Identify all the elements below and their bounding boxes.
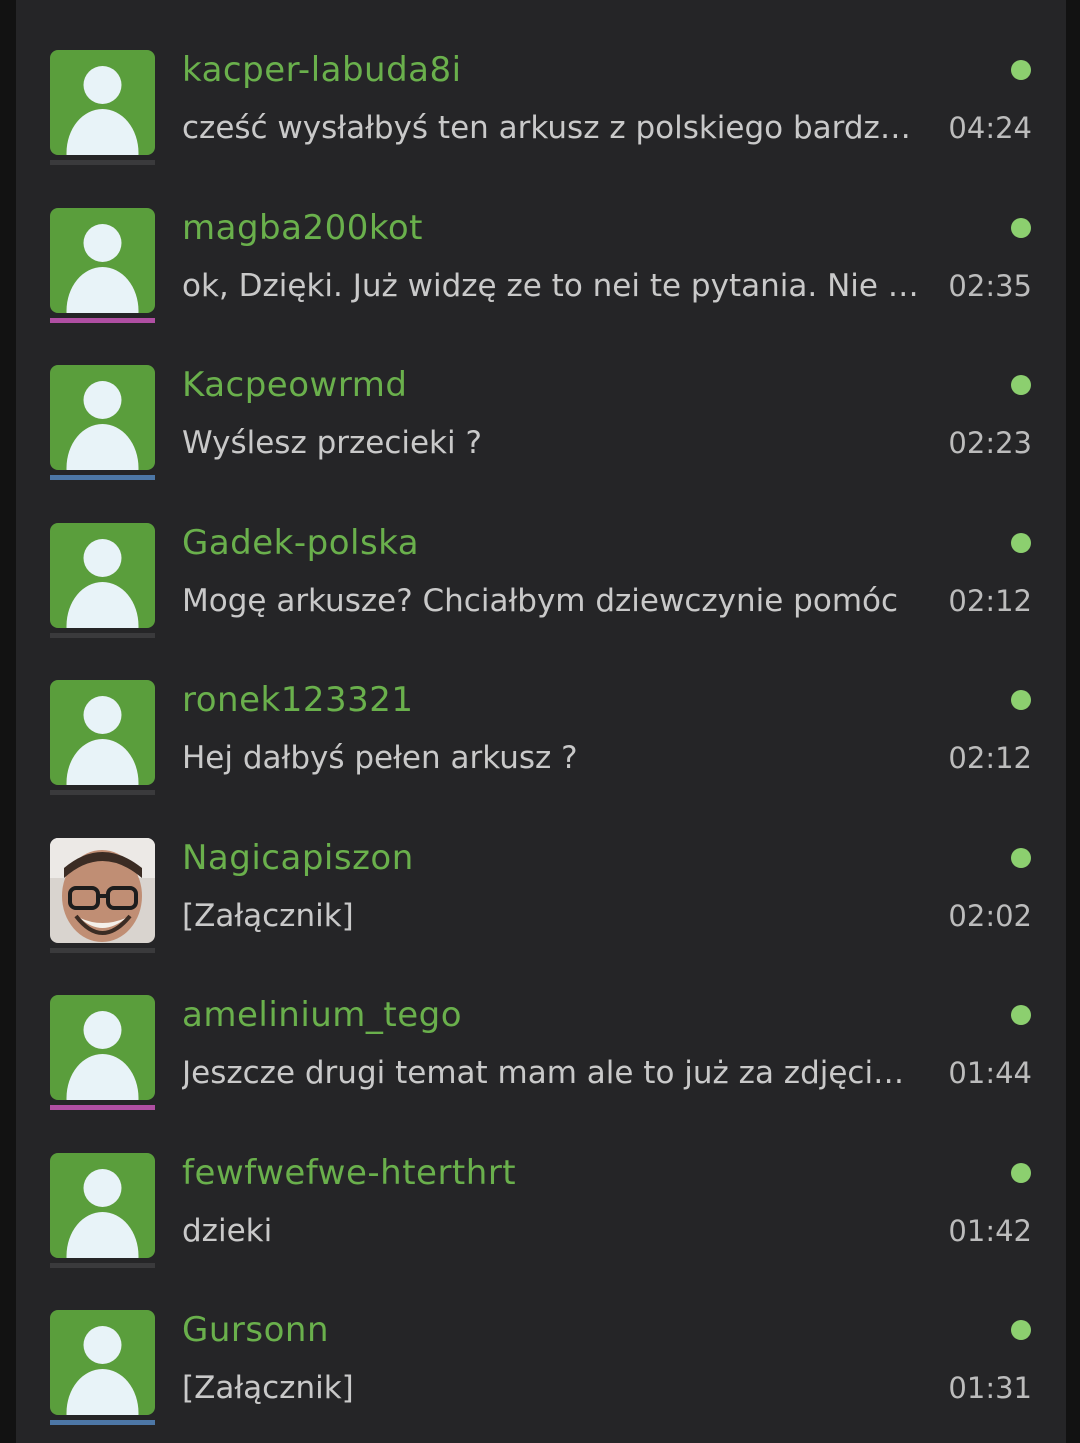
- conversation-username[interactable]: amelinium_tego: [182, 993, 462, 1037]
- online-status-dot: [1011, 1005, 1031, 1025]
- conversation-item-8[interactable]: fewfwefwe-hterthrt dzieki 01:42: [16, 1103, 1066, 1268]
- conversation-time: 02:12: [948, 741, 1032, 775]
- default-avatar-icon[interactable]: [50, 995, 155, 1100]
- avatar-container: [50, 1310, 155, 1426]
- conversation-username[interactable]: Kacpeowrmd: [182, 363, 407, 407]
- online-status-dot: [1011, 1162, 1031, 1183]
- avatar-container: [50, 995, 155, 1111]
- conversation-username[interactable]: ronek123321: [182, 678, 413, 722]
- rank-bar: [50, 1420, 155, 1425]
- avatar-container: [50, 522, 155, 639]
- avatar-container: [50, 837, 155, 954]
- conversation-panel: kacper-labuda8i cześć wysłałbyś ten arku…: [16, 0, 1066, 1443]
- avatar-container: [50, 680, 155, 796]
- conversation-preview: [Załącznik]: [182, 1370, 354, 1406]
- conversation-item-5[interactable]: ronek123321 Hej dałbyś pełen arkusz ? 02…: [16, 630, 1066, 795]
- conversation-time: 01:31: [948, 1371, 1032, 1405]
- conversation-item-7[interactable]: amelinium_tego Jeszcze drugi temat mam a…: [16, 945, 1066, 1110]
- conversation-item-6[interactable]: Nagicapiszon [Załącznik] 02:02: [16, 788, 1066, 953]
- conversation-preview: Hej dałbyś pełen arkusz ?: [182, 740, 578, 776]
- conversation-item-9[interactable]: Gursonn [Załącznik] 01:31: [16, 1260, 1066, 1425]
- online-status-dot: [1011, 1320, 1031, 1340]
- conversation-username[interactable]: fewfwefwe-hterthrt: [182, 1151, 516, 1195]
- conversation-item-2[interactable]: magba200kot ok, Dzięki. Już widzę ze to …: [16, 158, 1066, 323]
- default-avatar-icon[interactable]: [50, 522, 155, 628]
- user-photo-avatar[interactable]: [50, 837, 155, 943]
- conversation-preview: Mogę arkusze? Chciałbym dziewczynie pomó…: [182, 582, 899, 619]
- conversation-preview: [Załącznik]: [182, 897, 354, 934]
- conversation-item-3[interactable]: Kacpeowrmd Wyślesz przecieki ? 02:23: [16, 315, 1066, 480]
- default-avatar-icon[interactable]: [50, 680, 155, 785]
- conversation-preview: ok, Dzięki. Już widzę ze to nei te pytan…: [182, 267, 922, 304]
- default-avatar-icon[interactable]: [50, 207, 155, 313]
- online-status-dot: [1011, 532, 1031, 553]
- conversation-preview: Jeszcze drugi temat mam ale to już za zd…: [182, 1055, 922, 1091]
- online-status-dot: [1011, 217, 1031, 238]
- conversation-preview: Wyślesz przecieki ?: [182, 425, 482, 461]
- conversation-time: 02:35: [948, 268, 1032, 303]
- conversation-item-4[interactable]: Gadek-polska Mogę arkusze? Chciałbym dzi…: [16, 473, 1066, 638]
- conversation-time: 01:44: [948, 1056, 1032, 1090]
- conversation-username[interactable]: magba200kot: [182, 206, 423, 250]
- avatar-container: [50, 50, 155, 166]
- conversation-time: 02:23: [948, 426, 1032, 460]
- conversation-preview: dzieki: [182, 1212, 273, 1249]
- online-status-dot: [1011, 847, 1031, 868]
- conversation-time: 02:12: [948, 583, 1032, 618]
- avatar-container: [50, 365, 155, 481]
- online-status-dot: [1011, 375, 1031, 395]
- conversation-preview: cześć wysłałbyś ten arkusz z polskiego b…: [182, 110, 922, 146]
- online-status-dot: [1011, 60, 1031, 80]
- conversation-time: 02:02: [948, 898, 1032, 933]
- conversation-item-1[interactable]: kacper-labuda8i cześć wysłałbyś ten arku…: [16, 0, 1066, 165]
- online-status-dot: [1011, 690, 1031, 710]
- default-avatar-icon[interactable]: [50, 1152, 155, 1258]
- conversation-username[interactable]: Gursonn: [182, 1308, 329, 1352]
- avatar-container: [50, 1152, 155, 1269]
- avatar-container: [50, 207, 155, 324]
- default-avatar-icon[interactable]: [50, 365, 155, 470]
- conversation-username[interactable]: kacper-labuda8i: [182, 48, 462, 92]
- conversation-username[interactable]: Gadek-polska: [182, 521, 419, 565]
- conversation-time: 04:24: [948, 111, 1032, 145]
- conversation-time: 01:42: [948, 1213, 1032, 1248]
- default-avatar-icon[interactable]: [50, 50, 155, 155]
- conversation-username[interactable]: Nagicapiszon: [182, 836, 414, 880]
- default-avatar-icon[interactable]: [50, 1310, 155, 1415]
